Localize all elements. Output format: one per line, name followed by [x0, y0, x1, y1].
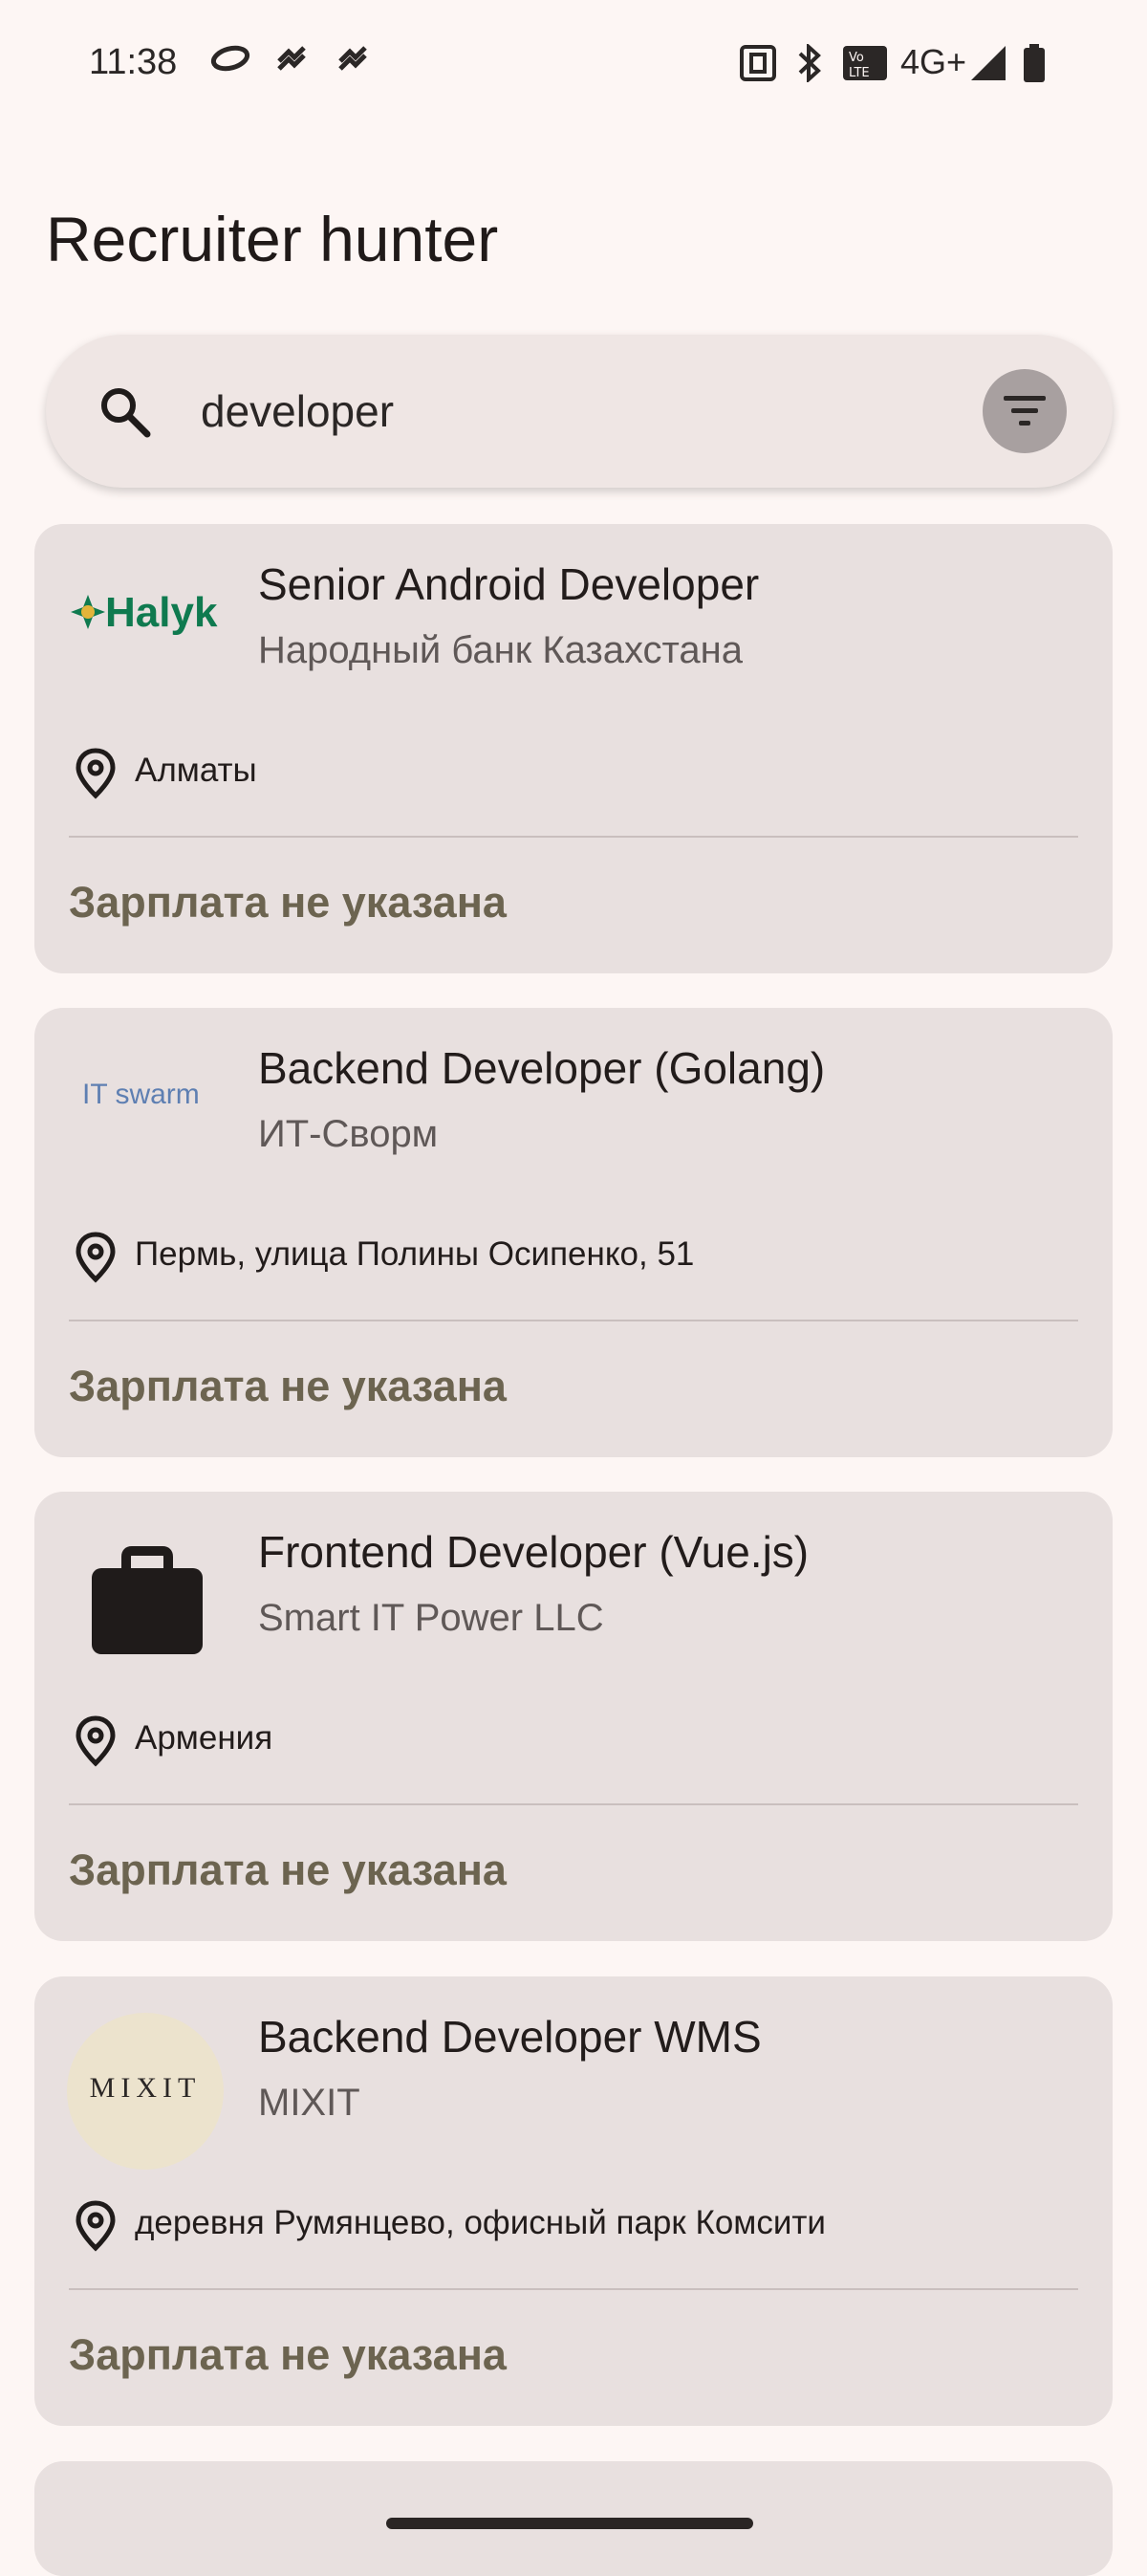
volte-icon: Vo LTE — [843, 44, 887, 87]
location-pin-icon — [71, 1714, 120, 1767]
filter-button[interactable] — [983, 369, 1067, 453]
nfc-icon — [739, 44, 777, 87]
job-location: Алматы — [135, 752, 257, 789]
divider — [69, 836, 1078, 838]
job-location: Армения — [135, 1719, 273, 1757]
job-card[interactable]: MIXIT Backend Developer WMS MIXIT деревн… — [34, 1976, 1113, 2426]
location-pin-icon — [71, 746, 120, 799]
company-name: MIXIT — [258, 2082, 360, 2124]
job-location: деревня Румянцево, офисный парк Комсити — [135, 2204, 826, 2241]
company-logo: MIXIT — [67, 2013, 224, 2170]
status-bar: 11:38 Vo LTE 4G+ — [0, 0, 1147, 134]
search-icon[interactable] — [96, 382, 153, 440]
job-title: Frontend Developer (Vue.js) — [258, 1527, 810, 1577]
job-title: Backend Developer WMS — [258, 2012, 762, 2062]
svg-text:Vo: Vo — [849, 51, 864, 65]
page-title: Recruiter hunter — [46, 204, 499, 274]
logo-text: Halyk — [105, 589, 218, 636]
signal-icon — [969, 44, 1007, 87]
job-salary: Зарплата не указана — [69, 2330, 507, 2379]
sync-icon — [210, 44, 250, 77]
logo-text: MIXIT — [89, 2072, 202, 2104]
bluetooth-icon — [795, 42, 824, 87]
job-salary: Зарплата не указана — [69, 878, 507, 927]
battery-icon — [1023, 44, 1046, 87]
svg-text:LTE: LTE — [849, 66, 870, 80]
company-logo: IT swarm — [67, 1046, 227, 1199]
company-logo: Halyk — [67, 562, 227, 715]
job-card[interactable]: Halyk Senior Android Developer Народный … — [34, 524, 1113, 973]
notification-icon — [336, 44, 369, 77]
briefcase-icon — [92, 1546, 203, 1654]
location-pin-icon — [71, 2198, 120, 2252]
company-name: Народный банк Казахстана — [258, 629, 744, 671]
job-location: Пермь, улица Полины Осипенко, 51 — [135, 1235, 695, 1273]
network-type: 4G+ — [900, 42, 967, 81]
logo-text: IT swarm — [82, 1079, 200, 1110]
search-bar[interactable]: developer — [46, 335, 1113, 488]
company-logo — [67, 1530, 227, 1683]
job-card[interactable]: IT swarm Backend Developer (Golang) ИТ-С… — [34, 1008, 1113, 1457]
job-title: Senior Android Developer — [258, 559, 760, 609]
halyk-logo-icon — [71, 595, 105, 629]
company-name: ИТ-Сворм — [258, 1113, 439, 1155]
location-pin-icon — [71, 1230, 120, 1283]
divider — [69, 1803, 1078, 1805]
home-indicator[interactable] — [386, 2518, 753, 2529]
search-input[interactable]: developer — [201, 382, 394, 440]
notification-icon — [275, 44, 308, 77]
job-salary: Зарплата не указана — [69, 1845, 507, 1894]
company-name: Smart IT Power LLC — [258, 1597, 604, 1639]
job-card[interactable]: Frontend Developer (Vue.js) Smart IT Pow… — [34, 1492, 1113, 1941]
status-time: 11:38 — [89, 42, 178, 82]
job-salary: Зарплата не указана — [69, 1362, 507, 1410]
job-title: Backend Developer (Golang) — [258, 1043, 826, 1093]
filter-icon — [1004, 396, 1046, 426]
divider — [69, 1320, 1078, 1321]
divider — [69, 2288, 1078, 2290]
